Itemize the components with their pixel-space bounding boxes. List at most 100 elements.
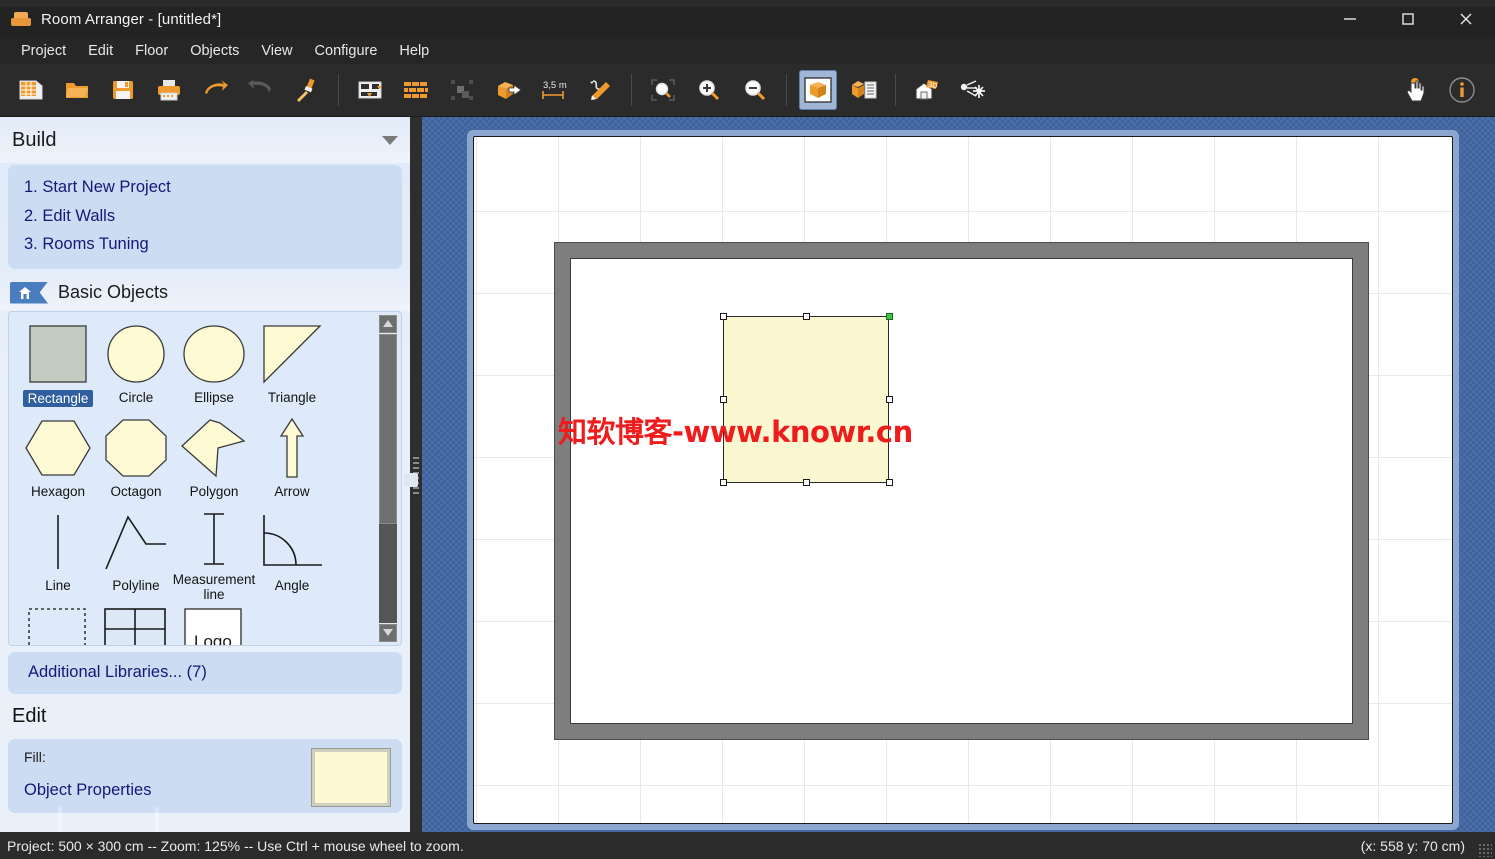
object-dashed-rect[interactable] (19, 602, 97, 645)
svg-text:Logo: Logo (194, 632, 232, 646)
move-object-icon[interactable] (489, 70, 527, 110)
info-icon[interactable] (1443, 70, 1481, 110)
handle-middle-left[interactable] (720, 396, 727, 403)
edit-walls-icon[interactable] (351, 70, 389, 110)
menu-edit[interactable]: Edit (77, 39, 124, 63)
fill-color-swatch[interactable] (311, 748, 391, 807)
object-arrow[interactable]: Arrow (253, 414, 331, 508)
additional-libraries-box: Additional Libraries... (7) (8, 651, 402, 694)
menu-floor[interactable]: Floor (124, 39, 179, 63)
object-polyline[interactable]: Polyline (97, 508, 175, 602)
status-bar: Project: 500 × 300 cm -- Zoom: 125% -- U… (0, 832, 1495, 859)
arrow-down-icon[interactable] (379, 623, 397, 642)
handle-bottom-center[interactable] (803, 479, 810, 486)
print-icon[interactable] (150, 70, 188, 110)
object-circle[interactable]: Circle (97, 320, 175, 414)
hand-cursor-icon[interactable] (1397, 70, 1435, 110)
status-message: Project: 500 × 300 cm -- Zoom: 125% -- U… (7, 837, 464, 854)
resize-grip-icon[interactable] (1478, 843, 1492, 857)
selected-rectangle-object[interactable] (723, 316, 889, 483)
window-controls (1321, 0, 1495, 38)
menu-objects[interactable]: Objects (179, 39, 250, 63)
sidebar-item-start-new-project[interactable]: 1. Start New Project (24, 173, 392, 202)
object-line[interactable]: Line (19, 508, 97, 602)
object-label: Angle (274, 577, 310, 593)
title-bar: Room Arranger - [untitled*] (0, 0, 1495, 38)
minimize-button[interactable] (1321, 0, 1379, 38)
basic-objects-grid: Rectangle Circle Ellipse Triangle Hexago… (8, 310, 402, 646)
export-3d-icon[interactable]: 3D (908, 70, 946, 110)
menu-configure[interactable]: Configure (304, 39, 389, 63)
close-button[interactable] (1437, 0, 1495, 38)
zoom-fit-icon[interactable] (644, 70, 682, 110)
object-logo-box[interactable]: Logo (175, 602, 253, 646)
new-project-icon[interactable] (12, 70, 50, 110)
floor-plan-page[interactable]: 知软博客-www.knowr.cn (473, 136, 1453, 824)
object-label: Polyline (112, 577, 160, 593)
handle-top-center[interactable] (803, 313, 810, 320)
wall-material-icon[interactable] (397, 70, 435, 110)
object-measurement-line[interactable]: Measurement line (173, 508, 255, 602)
menu-view[interactable]: View (250, 39, 303, 63)
build-section-header[interactable]: Build (0, 117, 410, 163)
hexagon-icon (21, 414, 95, 486)
object-label: Arrow (274, 483, 310, 499)
object-list-icon[interactable] (845, 70, 883, 110)
handle-top-left[interactable] (720, 313, 727, 320)
undo-icon[interactable] (196, 70, 234, 110)
menu-project[interactable]: Project (10, 39, 77, 63)
zoom-out-icon[interactable] (736, 70, 774, 110)
handle-top-right[interactable] (886, 313, 893, 320)
paint-brush-icon[interactable] (288, 70, 326, 110)
zoom-in-icon[interactable] (690, 70, 728, 110)
object-properties-link[interactable]: Object Properties (24, 781, 151, 800)
handle-bottom-left[interactable] (720, 479, 727, 486)
splitter-knob[interactable] (404, 473, 418, 487)
handle-bottom-right[interactable] (886, 479, 893, 486)
object-label: Polygon (189, 483, 239, 499)
edit-title: Edit (12, 705, 47, 727)
redo-icon[interactable] (242, 70, 280, 110)
menu-bar: Project Edit Floor Objects View Configur… (0, 38, 1495, 64)
maximize-button[interactable] (1379, 0, 1437, 38)
object-hexagon[interactable]: Hexagon (19, 414, 97, 508)
drawing-canvas[interactable]: 知软博客-www.knowr.cn (422, 117, 1495, 832)
watermark-text: 知软博客-www.knowr.cn (558, 415, 913, 449)
sidebar-item-edit-walls[interactable]: 2. Edit Walls (24, 202, 392, 231)
ellipse-icon (177, 320, 251, 392)
library-title: Basic Objects (58, 282, 169, 302)
library-header[interactable]: Basic Objects (0, 274, 410, 311)
handle-middle-right[interactable] (886, 396, 893, 403)
view-3d-box-icon[interactable] (799, 70, 837, 110)
octagon-icon (99, 414, 173, 486)
application-window: Room Arranger - [untitled*] Project Edit… (0, 0, 1495, 859)
room-interior[interactable] (570, 258, 1353, 724)
object-ellipse[interactable]: Ellipse (175, 320, 253, 414)
table-grid-icon (99, 602, 173, 645)
sofa-icon (11, 11, 31, 27)
freehand-pen-icon[interactable] (581, 70, 619, 110)
save-icon[interactable] (104, 70, 142, 110)
edit-section-header[interactable]: Edit (0, 694, 410, 739)
open-project-icon[interactable] (58, 70, 96, 110)
object-rectangle[interactable]: Rectangle (19, 320, 97, 414)
scrollbar-thumb[interactable] (379, 333, 397, 524)
object-polygon[interactable]: Polygon (175, 414, 253, 508)
measure-icon[interactable]: 3,5 m (535, 70, 573, 110)
lighting-icon[interactable] (954, 70, 992, 110)
chevron-down-icon[interactable] (382, 135, 398, 145)
polygon-icon (177, 414, 251, 486)
polyline-icon (99, 508, 173, 580)
library-scrollbar[interactable] (377, 313, 399, 643)
object-octagon[interactable]: Octagon (97, 414, 175, 508)
select-region-icon[interactable] (443, 70, 481, 110)
object-label: Ellipse (194, 389, 234, 405)
menu-help[interactable]: Help (388, 39, 440, 63)
additional-libraries-link[interactable]: Additional Libraries... (7) (28, 658, 392, 687)
object-angle[interactable]: Angle (253, 508, 331, 602)
sidebar-item-rooms-tuning[interactable]: 3. Rooms Tuning (24, 230, 392, 259)
arrow-up-icon[interactable] (379, 314, 397, 333)
object-table-grid[interactable] (97, 602, 175, 645)
room-walls[interactable] (554, 242, 1369, 740)
object-triangle[interactable]: Triangle (253, 320, 331, 414)
